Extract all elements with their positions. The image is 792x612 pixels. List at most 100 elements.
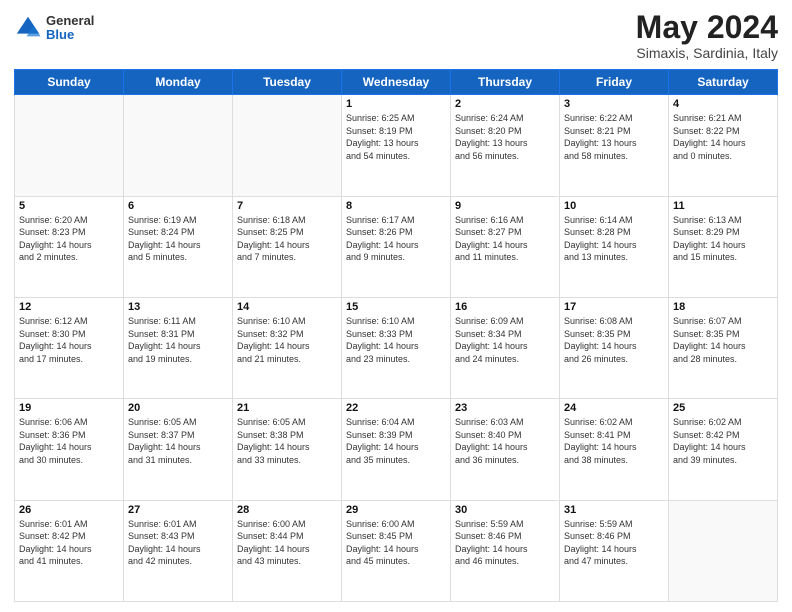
day-content: Sunrise: 6:10 AM Sunset: 8:32 PM Dayligh… bbox=[237, 315, 337, 365]
day-number: 18 bbox=[673, 301, 773, 313]
day-content: Sunrise: 6:00 AM Sunset: 8:44 PM Dayligh… bbox=[237, 518, 337, 568]
day-content: Sunrise: 5:59 AM Sunset: 8:46 PM Dayligh… bbox=[455, 518, 555, 568]
day-content: Sunrise: 6:25 AM Sunset: 8:19 PM Dayligh… bbox=[346, 112, 446, 162]
calendar-cell: 16Sunrise: 6:09 AM Sunset: 8:34 PM Dayli… bbox=[451, 297, 560, 398]
day-content: Sunrise: 6:20 AM Sunset: 8:23 PM Dayligh… bbox=[19, 214, 119, 264]
calendar-cell: 30 Sunrise: 5:59 AM Sunset: 8:46 PM Dayli… bbox=[451, 500, 560, 601]
day-number: 31 bbox=[564, 504, 664, 516]
day-number: 9 bbox=[455, 200, 555, 212]
calendar-cell: 18 Sunrise: 6:07 AM Sunset: 8:35 PM Dayli… bbox=[669, 297, 778, 398]
calendar-cell: 17Sunrise: 6:08 AM Sunset: 8:35 PM Dayli… bbox=[560, 297, 669, 398]
calendar-cell: 2 Sunrise: 6:24 AM Sunset: 8:20 PM Daylig… bbox=[451, 95, 560, 196]
day-number: 20 bbox=[128, 402, 228, 414]
day-content: Sunrise: 6:11 AM Sunset: 8:31 PM Dayligh… bbox=[128, 315, 228, 365]
calendar-cell: 11Sunrise: 6:13 AM Sunset: 8:29 PM Dayli… bbox=[669, 196, 778, 297]
calendar-cell: 10 Sunrise: 6:14 AM Sunset: 8:28 PM Dayli… bbox=[560, 196, 669, 297]
weekday-header-thursday: Thursday bbox=[451, 70, 560, 95]
calendar-week-row: 1 Sunrise: 6:25 AM Sunset: 8:19 PM Daylig… bbox=[15, 95, 778, 196]
header: General Blue May 2024 Simaxis, Sardinia,… bbox=[14, 10, 778, 61]
weekday-header-friday: Friday bbox=[560, 70, 669, 95]
day-number: 21 bbox=[237, 402, 337, 414]
day-number: 10 bbox=[564, 200, 664, 212]
day-number: 30 bbox=[455, 504, 555, 516]
page: General Blue May 2024 Simaxis, Sardinia,… bbox=[0, 0, 792, 612]
calendar-cell: 7 Sunrise: 6:18 AM Sunset: 8:25 PM Daylig… bbox=[233, 196, 342, 297]
calendar-cell: 21Sunrise: 6:05 AM Sunset: 8:38 PM Dayli… bbox=[233, 399, 342, 500]
day-content: Sunrise: 6:03 AM Sunset: 8:40 PM Dayligh… bbox=[455, 416, 555, 466]
day-content: Sunrise: 6:02 AM Sunset: 8:41 PM Dayligh… bbox=[564, 416, 664, 466]
logo-blue-text: Blue bbox=[46, 28, 94, 42]
day-number: 1 bbox=[346, 98, 446, 110]
calendar-cell: 4 Sunrise: 6:21 AM Sunset: 8:22 PM Daylig… bbox=[669, 95, 778, 196]
day-content: Sunrise: 6:21 AM Sunset: 8:22 PM Dayligh… bbox=[673, 112, 773, 162]
day-number: 22 bbox=[346, 402, 446, 414]
calendar-cell: 24 Sunrise: 6:02 AM Sunset: 8:41 PM Dayli… bbox=[560, 399, 669, 500]
day-number: 24 bbox=[564, 402, 664, 414]
day-number: 28 bbox=[237, 504, 337, 516]
day-number: 19 bbox=[19, 402, 119, 414]
calendar-cell: 22 Sunrise: 6:04 AM Sunset: 8:39 PM Dayli… bbox=[342, 399, 451, 500]
day-number: 2 bbox=[455, 98, 555, 110]
weekday-header-tuesday: Tuesday bbox=[233, 70, 342, 95]
day-content: Sunrise: 6:02 AM Sunset: 8:42 PM Dayligh… bbox=[673, 416, 773, 466]
calendar-cell: 15 Sunrise: 6:10 AM Sunset: 8:33 PM Dayli… bbox=[342, 297, 451, 398]
calendar-week-row: 12 Sunrise: 6:12 AM Sunset: 8:30 PM Dayli… bbox=[15, 297, 778, 398]
day-number: 16 bbox=[455, 301, 555, 313]
calendar-cell: 3Sunrise: 6:22 AM Sunset: 8:21 PM Daylig… bbox=[560, 95, 669, 196]
calendar-cell: 27Sunrise: 6:01 AM Sunset: 8:43 PM Dayli… bbox=[124, 500, 233, 601]
calendar-cell: 12 Sunrise: 6:12 AM Sunset: 8:30 PM Dayli… bbox=[15, 297, 124, 398]
day-number: 8 bbox=[346, 200, 446, 212]
calendar-table: SundayMondayTuesdayWednesdayThursdayFrid… bbox=[14, 69, 778, 602]
day-number: 15 bbox=[346, 301, 446, 313]
calendar-body: 1 Sunrise: 6:25 AM Sunset: 8:19 PM Daylig… bbox=[15, 95, 778, 602]
day-number: 29 bbox=[346, 504, 446, 516]
calendar-cell bbox=[15, 95, 124, 196]
day-content: Sunrise: 6:24 AM Sunset: 8:20 PM Dayligh… bbox=[455, 112, 555, 162]
calendar-cell: 19Sunrise: 6:06 AM Sunset: 8:36 PM Dayli… bbox=[15, 399, 124, 500]
calendar-week-row: 26 Sunrise: 6:01 AM Sunset: 8:42 PM Dayli… bbox=[15, 500, 778, 601]
day-content: Sunrise: 6:07 AM Sunset: 8:35 PM Dayligh… bbox=[673, 315, 773, 365]
calendar-cell: 14 Sunrise: 6:10 AM Sunset: 8:32 PM Dayli… bbox=[233, 297, 342, 398]
logo-icon bbox=[14, 14, 42, 42]
day-content: Sunrise: 6:16 AM Sunset: 8:27 PM Dayligh… bbox=[455, 214, 555, 264]
day-number: 25 bbox=[673, 402, 773, 414]
calendar-title: May 2024 bbox=[636, 10, 778, 45]
calendar-cell: 26 Sunrise: 6:01 AM Sunset: 8:42 PM Dayli… bbox=[15, 500, 124, 601]
day-number: 7 bbox=[237, 200, 337, 212]
calendar-cell: 8Sunrise: 6:17 AM Sunset: 8:26 PM Daylig… bbox=[342, 196, 451, 297]
day-content: Sunrise: 6:14 AM Sunset: 8:28 PM Dayligh… bbox=[564, 214, 664, 264]
day-content: Sunrise: 6:10 AM Sunset: 8:33 PM Dayligh… bbox=[346, 315, 446, 365]
day-number: 23 bbox=[455, 402, 555, 414]
calendar-cell bbox=[233, 95, 342, 196]
day-number: 12 bbox=[19, 301, 119, 313]
day-number: 6 bbox=[128, 200, 228, 212]
calendar-cell: 6Sunrise: 6:19 AM Sunset: 8:24 PM Daylig… bbox=[124, 196, 233, 297]
day-number: 4 bbox=[673, 98, 773, 110]
calendar-cell: 31 Sunrise: 5:59 AM Sunset: 8:46 PM Dayli… bbox=[560, 500, 669, 601]
day-content: Sunrise: 6:22 AM Sunset: 8:21 PM Dayligh… bbox=[564, 112, 664, 162]
weekday-header-saturday: Saturday bbox=[669, 70, 778, 95]
day-number: 5 bbox=[19, 200, 119, 212]
calendar-cell bbox=[124, 95, 233, 196]
logo-general-text: General bbox=[46, 14, 94, 28]
weekday-header-monday: Monday bbox=[124, 70, 233, 95]
weekday-header-sunday: Sunday bbox=[15, 70, 124, 95]
calendar-week-row: 5 Sunrise: 6:20 AM Sunset: 8:23 PM Daylig… bbox=[15, 196, 778, 297]
calendar-cell: 1 Sunrise: 6:25 AM Sunset: 8:19 PM Daylig… bbox=[342, 95, 451, 196]
day-content: Sunrise: 6:01 AM Sunset: 8:42 PM Dayligh… bbox=[19, 518, 119, 568]
day-content: Sunrise: 6:01 AM Sunset: 8:43 PM Dayligh… bbox=[128, 518, 228, 568]
day-content: Sunrise: 6:04 AM Sunset: 8:39 PM Dayligh… bbox=[346, 416, 446, 466]
calendar-header: SundayMondayTuesdayWednesdayThursdayFrid… bbox=[15, 70, 778, 95]
day-content: Sunrise: 6:13 AM Sunset: 8:29 PM Dayligh… bbox=[673, 214, 773, 264]
day-content: Sunrise: 6:18 AM Sunset: 8:25 PM Dayligh… bbox=[237, 214, 337, 264]
day-number: 26 bbox=[19, 504, 119, 516]
calendar-cell bbox=[669, 500, 778, 601]
calendar-cell: 13Sunrise: 6:11 AM Sunset: 8:31 PM Dayli… bbox=[124, 297, 233, 398]
weekday-header-row: SundayMondayTuesdayWednesdayThursdayFrid… bbox=[15, 70, 778, 95]
day-content: Sunrise: 6:12 AM Sunset: 8:30 PM Dayligh… bbox=[19, 315, 119, 365]
day-number: 17 bbox=[564, 301, 664, 313]
day-number: 14 bbox=[237, 301, 337, 313]
calendar-cell: 9 Sunrise: 6:16 AM Sunset: 8:27 PM Daylig… bbox=[451, 196, 560, 297]
calendar-cell: 5 Sunrise: 6:20 AM Sunset: 8:23 PM Daylig… bbox=[15, 196, 124, 297]
day-content: Sunrise: 5:59 AM Sunset: 8:46 PM Dayligh… bbox=[564, 518, 664, 568]
